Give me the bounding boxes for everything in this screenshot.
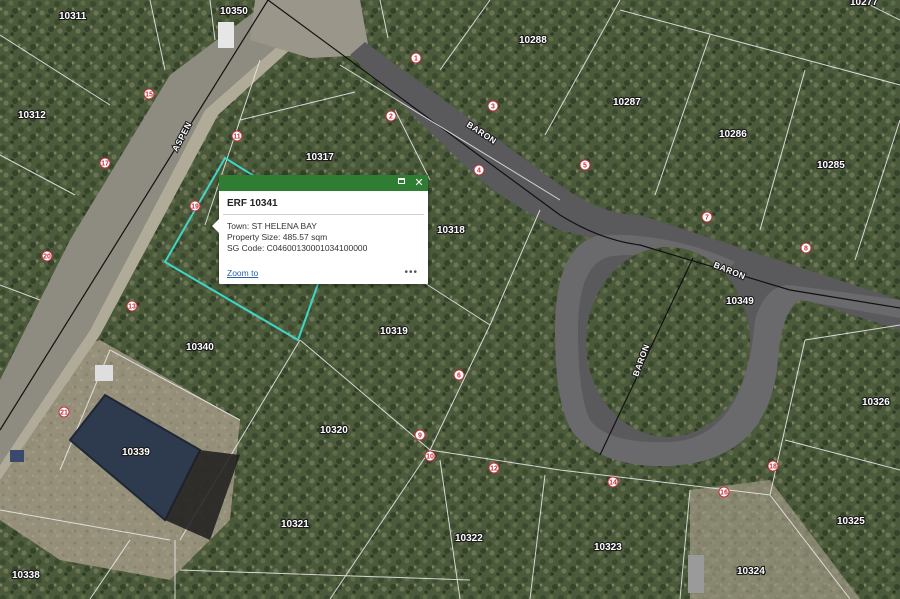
svg-text:16: 16	[720, 490, 728, 497]
erf-label: 10324	[737, 566, 765, 577]
svg-text:4: 4	[477, 168, 481, 175]
erf-label: 10287	[613, 97, 641, 108]
segment-badge: 1	[410, 52, 422, 64]
erf-label: 10288	[519, 35, 547, 46]
svg-text:20: 20	[43, 254, 51, 261]
erf-label: 10338	[12, 570, 40, 581]
svg-text:5: 5	[583, 163, 587, 170]
svg-text:17: 17	[101, 161, 109, 168]
segment-badge: 2	[385, 110, 397, 122]
erf-label: 10326	[862, 397, 890, 408]
segment-badge: 17	[99, 157, 111, 169]
segment-badge: 15	[143, 88, 155, 100]
erf-label: 10339	[122, 447, 150, 458]
popup-line-size: Property Size: 485.57 sqm	[227, 232, 328, 242]
erf-info-popup: ✕ ERF 10341 Town: ST HELENA BAY Property…	[212, 175, 428, 284]
svg-text:1: 1	[414, 56, 418, 63]
svg-text:12: 12	[490, 466, 498, 473]
erf-label: 10319	[380, 326, 408, 337]
erf-label: 10322	[455, 533, 483, 544]
structure-bottom	[688, 555, 704, 593]
cul-de-sac-island	[586, 247, 750, 437]
popup-line-sg-code: SG Code: C04600130001034100000	[227, 243, 368, 253]
svg-text:2: 2	[389, 114, 393, 121]
segment-badge: 6	[453, 369, 465, 381]
segment-badge: 7	[701, 211, 713, 223]
segment-badge: 9	[414, 429, 426, 441]
close-icon[interactable]: ✕	[414, 178, 424, 189]
popup-body: Town: ST HELENA BAY Property Size: 485.5…	[219, 215, 428, 254]
segment-badge: 13	[126, 300, 138, 312]
svg-text:14: 14	[609, 480, 617, 487]
segment-badge: 5	[579, 159, 591, 171]
svg-text:11: 11	[233, 134, 241, 141]
erf-label: 10312	[18, 110, 46, 121]
erf-label: 10285	[817, 160, 845, 171]
popup-line-town: Town: ST HELENA BAY	[227, 221, 317, 231]
segment-badge: 12	[488, 462, 500, 474]
svg-text:10: 10	[426, 454, 434, 461]
segment-badge: 10	[424, 450, 436, 462]
maximize-icon[interactable]	[398, 178, 408, 188]
erf-label: 10277	[850, 0, 878, 8]
erf-label: 10323	[594, 542, 622, 553]
erf-label: 10321	[281, 519, 309, 530]
popup-title: ERF 10341	[223, 191, 424, 215]
svg-text:19: 19	[191, 204, 199, 211]
svg-text:15: 15	[145, 92, 153, 99]
erf-label: 10350	[220, 6, 248, 17]
segment-badge: 19	[189, 200, 201, 212]
segment-badge: 14	[607, 476, 619, 488]
erf-label: 10311	[59, 11, 87, 22]
segment-badge: 21	[58, 406, 70, 418]
popup-footer: Zoom to •••	[227, 267, 418, 278]
vehicle	[218, 22, 234, 48]
satellite-map[interactable]: 10311 10350 10277 10288 10312 10287 1028…	[0, 0, 900, 599]
svg-text:6: 6	[457, 373, 461, 380]
erf-label: 10340	[186, 342, 214, 353]
svg-text:18: 18	[769, 464, 777, 471]
segment-badge: 4	[473, 164, 485, 176]
popup-header: ✕	[219, 175, 428, 191]
segment-badge: 11	[231, 130, 243, 142]
segment-badge: 8	[800, 242, 812, 254]
segment-badge: 18	[767, 460, 779, 472]
erf-label: 10349	[726, 296, 754, 307]
svg-text:7: 7	[705, 215, 709, 222]
zoom-to-link[interactable]: Zoom to	[227, 268, 258, 278]
svg-text:3: 3	[491, 104, 495, 111]
popup-pointer	[212, 219, 219, 233]
erf-label: 10286	[719, 129, 747, 140]
erf-label: 10320	[320, 425, 348, 436]
erf-label: 10318	[437, 225, 465, 236]
svg-text:9: 9	[418, 433, 422, 440]
svg-text:8: 8	[804, 246, 808, 253]
segment-badge: 20	[41, 250, 53, 262]
segment-badge: 16	[718, 486, 730, 498]
svg-text:21: 21	[60, 410, 68, 417]
erf-label: 10325	[837, 516, 865, 527]
more-options-button[interactable]: •••	[404, 267, 418, 278]
erf-label: 10317	[306, 152, 334, 163]
segment-badge: 3	[487, 100, 499, 112]
svg-text:13: 13	[128, 304, 136, 311]
